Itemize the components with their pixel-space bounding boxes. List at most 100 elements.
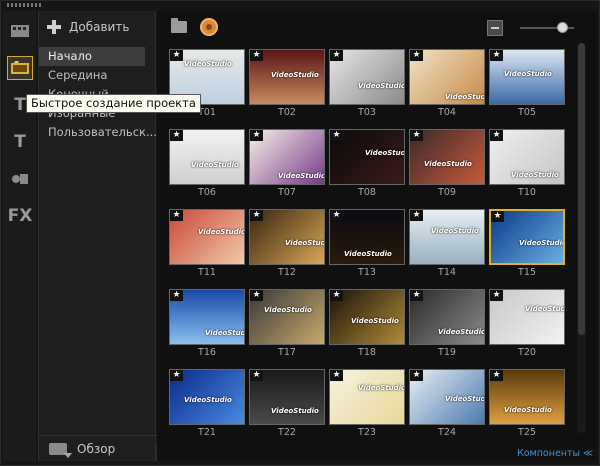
template-tile[interactable]: ★ VideoStudio T09 [409,129,485,198]
template-label: T24 [438,427,456,438]
videostudio-watermark: VideoStudio [271,407,319,415]
media-icon[interactable] [7,19,33,43]
add-button[interactable]: Добавить [47,17,129,37]
browse-button[interactable]: Обзор [39,435,157,461]
plus-icon [47,20,61,34]
template-thumbnail: ★ VideoStudio [249,369,325,425]
template-label: T23 [358,427,376,438]
template-tile[interactable]: ★ VideoStudio T12 [249,209,325,278]
star-icon: ★ [410,50,423,61]
star-icon: ★ [330,130,343,141]
slider-knob[interactable] [557,22,568,33]
template-label: T18 [358,347,376,358]
template-thumbnail: ★ VideoStudio [409,369,485,425]
template-browser: ★ VideoStudio T01 ★ VideoStudio T02 ★ VideoStud… [157,11,597,461]
app-window: T T FX Добавить Начало Середина Конечный… [0,0,600,466]
template-tile[interactable]: ★ VideoStudio T24 [409,369,485,438]
components-label[interactable]: Компоненты ≪ [517,448,593,459]
template-tile[interactable]: ★ VideoStudio T05 [489,49,565,118]
videostudio-watermark: VideoStudio [445,93,484,101]
template-thumbnail: ★ VideoStudio [169,129,245,185]
star-icon: ★ [491,211,504,222]
star-icon: ★ [250,130,263,141]
template-label: T21 [198,427,216,438]
videostudio-watermark: VideoStudio [351,317,399,325]
template-label: T12 [278,267,296,278]
template-label: T14 [438,267,456,278]
template-tile[interactable]: ★ VideoStudio T18 [329,289,405,358]
template-thumbnail: ★ VideoStudio [169,369,245,425]
videostudio-watermark: VideoStudio [278,172,325,180]
template-label: T19 [438,347,456,358]
film-reel-icon[interactable] [200,18,218,36]
template-label: T13 [358,267,376,278]
template-thumbnail: ★ VideoStudio [489,289,565,345]
template-label: T20 [518,347,536,358]
template-label: T15 [518,267,536,278]
template-label: T05 [518,107,536,118]
template-tile[interactable]: ★ VideoStudio T15 [489,209,565,278]
instant-project-icon[interactable] [7,56,33,80]
browse-label: Обзор [77,441,116,456]
scrollbar-thumb[interactable] [578,43,585,335]
template-tile[interactable]: ★ VideoStudio T22 [249,369,325,438]
star-icon: ★ [330,370,343,381]
template-thumbnail: ★ VideoStudio [489,49,565,105]
template-tile[interactable]: ★ VideoStudio T03 [329,49,405,118]
template-tile[interactable]: ★ VideoStudio T14 [409,209,485,278]
category-item-middle[interactable]: Середина [39,66,157,85]
folder-icon[interactable] [171,18,187,33]
star-icon: ★ [170,290,183,301]
star-icon: ★ [250,50,263,61]
videostudio-watermark: VideoStudio [344,250,392,258]
template-tile[interactable]: ★ VideoStudio T11 [169,209,245,278]
star-icon: ★ [490,130,503,141]
template-tile[interactable]: ★ VideoStudio T21 [169,369,245,438]
fx-icon[interactable]: FX [7,204,33,228]
template-tile[interactable]: ★ VideoStudio T25 [489,369,565,438]
template-tile[interactable]: ★ VideoStudio T04 [409,49,485,118]
videostudio-watermark: VideoStudio [184,60,232,68]
template-tile[interactable]: ★ VideoStudio T07 [249,129,325,198]
template-label: T22 [278,427,296,438]
template-label: T10 [518,187,536,198]
star-icon: ★ [330,210,343,221]
window-grip[interactable] [7,3,43,7]
videostudio-watermark: VideoStudio [358,384,405,392]
videostudio-watermark: VideoStudio [511,171,559,179]
template-tile[interactable]: ★ VideoStudio T10 [489,129,565,198]
library-rail: T T FX [3,11,36,461]
template-thumbnail: ★ VideoStudio [329,209,405,265]
star-icon: ★ [170,50,183,61]
template-label: T04 [438,107,456,118]
template-tile[interactable]: ★ VideoStudio T17 [249,289,325,358]
graphics-icon[interactable] [7,167,33,191]
template-tile[interactable]: ★ VideoStudio T20 [489,289,565,358]
template-thumbnail: ★ VideoStudio [409,49,485,105]
template-tile[interactable]: ★ VideoStudio T16 [169,289,245,358]
template-tile[interactable]: ★ VideoStudio T13 [329,209,405,278]
star-icon: ★ [330,50,343,61]
template-tile[interactable]: ★ VideoStudio T19 [409,289,485,358]
videostudio-watermark: VideoStudio [504,406,552,414]
text-icon[interactable]: T [7,130,33,154]
sort-icon[interactable] [487,20,503,36]
tooltip: Быстрое создание проекта [26,94,201,113]
template-thumbnail: ★ VideoStudio [329,129,405,185]
template-tile[interactable]: ★ VideoStudio T02 [249,49,325,118]
template-label: T08 [358,187,376,198]
text-glyph: T [14,132,26,152]
videostudio-watermark: VideoStudio [191,161,239,169]
category-panel: Добавить Начало Середина Конечный Избран… [38,11,157,461]
star-icon: ★ [250,290,263,301]
category-item-custom[interactable]: Пользовательск... [39,123,157,142]
star-icon: ★ [170,130,183,141]
videostudio-watermark: VideoStudio [198,228,245,236]
template-tile[interactable]: ★ VideoStudio T08 [329,129,405,198]
star-icon: ★ [170,370,183,381]
template-tile[interactable]: ★ VideoStudio T23 [329,369,405,438]
template-tile[interactable]: ★ VideoStudio T06 [169,129,245,198]
category-item-start[interactable]: Начало [39,47,145,66]
template-grid: ★ VideoStudio T01 ★ VideoStudio T02 ★ VideoStud… [169,49,569,439]
template-thumbnail: ★ VideoStudio [489,369,565,425]
